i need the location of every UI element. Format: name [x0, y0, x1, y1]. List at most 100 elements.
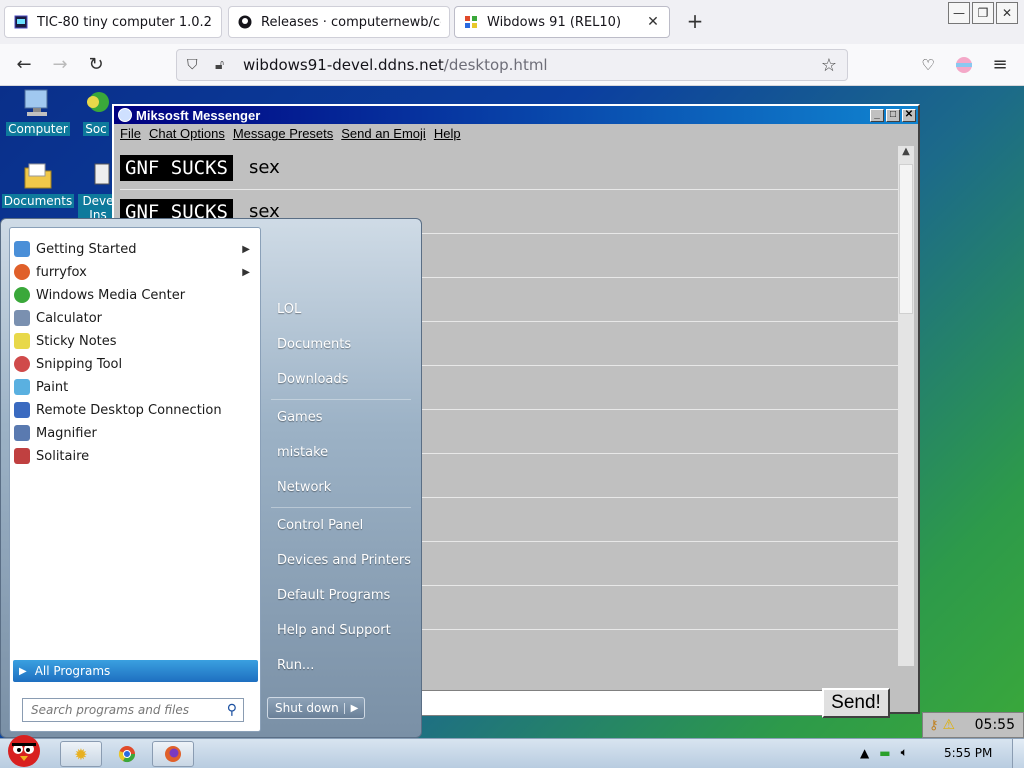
desktop-icon-soc[interactable]: Soc — [76, 88, 116, 136]
program-remote-desktop[interactable]: Remote Desktop Connection — [14, 399, 258, 421]
pocket-icon[interactable]: ♡ — [916, 54, 940, 76]
media-center-icon — [14, 287, 30, 303]
key-icon[interactable]: ⚷ — [929, 718, 939, 733]
paint-icon — [14, 379, 30, 395]
messenger-app-icon — [118, 108, 132, 122]
scroll-up-arrow-icon[interactable]: ▲ — [898, 146, 914, 162]
volume-icon[interactable]: 🔈︎ — [901, 745, 908, 760]
shutdown-button[interactable]: Shut down ▶ — [267, 697, 365, 719]
show-hidden-icons-arrow-icon[interactable]: ▲ — [860, 746, 869, 760]
menu-send-emoji[interactable]: Send an Emoji — [341, 126, 426, 141]
chrome-icon — [118, 746, 136, 763]
program-windows-media-center[interactable]: Windows Media Center — [14, 284, 258, 306]
start-item-documents[interactable]: Documents — [277, 337, 351, 352]
close-tab-icon[interactable]: ✕ — [645, 14, 661, 30]
shutdown-options-arrow-icon[interactable]: ▶ — [344, 702, 364, 714]
desktop-icon-label: Soc — [83, 122, 109, 136]
start-menu: Getting Started ▶ furryfox ▶ Windows Med… — [0, 218, 422, 738]
shutdown-label: Shut down — [275, 701, 339, 715]
menu-file[interactable]: File — [120, 126, 141, 141]
shield-icon[interactable]: ⛉ — [187, 57, 207, 73]
start-item-lol[interactable]: LOL — [277, 302, 301, 317]
program-furryfox[interactable]: furryfox ▶ — [14, 261, 258, 283]
message-input[interactable] — [414, 690, 824, 716]
taskbar-clock[interactable]: 5:55 PM — [944, 746, 992, 760]
calculator-icon — [14, 310, 30, 326]
start-item-games[interactable]: Games — [277, 410, 322, 425]
network-icon[interactable]: ▬ — [879, 746, 890, 760]
url-bar[interactable]: ⛉ 🔓︎ wibdows91-devel.ddns.net /desktop.h… — [176, 49, 848, 81]
send-button[interactable]: Send! — [822, 688, 890, 718]
program-label: Magnifier — [36, 425, 97, 441]
program-sticky-notes[interactable]: Sticky Notes — [14, 330, 258, 352]
program-magnifier[interactable]: Magnifier — [14, 422, 258, 444]
start-item-help-support[interactable]: Help and Support — [277, 623, 391, 638]
messenger-minimize-button[interactable]: _ — [870, 108, 884, 122]
desktop-icon-documents[interactable]: Documents — [0, 160, 76, 208]
show-desktop-button[interactable] — [1012, 739, 1024, 768]
start-orb-angry-bird-icon[interactable] — [2, 729, 46, 768]
tic80-icon — [13, 14, 29, 30]
forward-button[interactable]: → — [48, 54, 72, 76]
bookmark-star-icon[interactable]: ☆ — [821, 55, 837, 76]
menu-help[interactable]: Help — [434, 126, 461, 141]
taskbar-furryfox-button[interactable] — [152, 741, 194, 767]
minimize-button[interactable]: — — [948, 2, 970, 24]
scrollbar-thumb[interactable] — [899, 164, 913, 314]
warning-icon[interactable]: ⚠ — [943, 717, 956, 733]
start-search-input[interactable]: Search programs and files ⚲ — [22, 698, 244, 722]
start-item-default-programs[interactable]: Default Programs — [277, 588, 390, 603]
messenger-maximize-button[interactable]: □ — [886, 108, 900, 122]
tab-tic80[interactable]: TIC-80 tiny computer 1.0.216 — [4, 6, 222, 38]
program-getting-started[interactable]: Getting Started ▶ — [14, 238, 258, 260]
installer-icon — [81, 160, 115, 192]
program-snipping-tool[interactable]: Snipping Tool — [14, 353, 258, 375]
messenger-title: Miksosft Messenger — [136, 107, 261, 123]
all-programs-button[interactable]: ▶ All Programs — [13, 660, 258, 682]
program-label: Getting Started — [36, 241, 137, 257]
url-host: wibdows91-devel.ddns.net — [243, 56, 444, 74]
start-menu-programs-pane: Getting Started ▶ furryfox ▶ Windows Med… — [9, 227, 261, 732]
program-calculator[interactable]: Calculator — [14, 307, 258, 329]
menu-hamburger-icon[interactable]: ≡ — [988, 54, 1012, 76]
reload-button[interactable]: ↻ — [84, 54, 108, 76]
program-label: Snipping Tool — [36, 356, 123, 372]
start-item-devices-printers[interactable]: Devices and Printers — [277, 553, 411, 568]
all-programs-arrow-icon: ▶ — [19, 665, 27, 677]
desktop-icon-computer[interactable]: Computer — [0, 88, 76, 136]
account-icon[interactable] — [952, 54, 976, 76]
restore-button[interactable]: ❐ — [972, 2, 994, 24]
program-paint[interactable]: Paint — [14, 376, 258, 398]
start-separator — [271, 507, 411, 508]
tab-title: TIC-80 tiny computer 1.0.216 — [37, 14, 213, 30]
inner-tray: ⚷ ⚠ 05:55 — [922, 712, 1024, 738]
desktop-icon-label: Documents — [1, 194, 75, 208]
insecure-lock-icon[interactable]: 🔓︎ — [215, 57, 235, 73]
tab-wibdows[interactable]: Wibdows 91 (REL10) ✕ — [454, 6, 670, 38]
taskbar: ✹ ▲ ▬ 🔈︎ 5:55 PM — [0, 735, 1024, 768]
tab-github-releases[interactable]: Releases · computernewb/co — [228, 6, 450, 38]
back-button[interactable]: ← — [12, 54, 36, 76]
start-item-run[interactable]: Run... — [277, 658, 314, 673]
program-solitaire[interactable]: Solitaire — [14, 445, 258, 467]
start-item-network[interactable]: Network — [277, 480, 331, 495]
browser-tab-bar: TIC-80 tiny computer 1.0.216 Releases · … — [0, 0, 1024, 44]
menu-chat-options[interactable]: Chat Options — [149, 126, 225, 141]
start-item-mistake[interactable]: mistake — [277, 445, 328, 460]
search-icon[interactable]: ⚲ — [227, 702, 237, 718]
menu-message-presets[interactable]: Message Presets — [233, 126, 333, 141]
messenger-close-button[interactable]: ✕ — [902, 108, 916, 122]
messenger-menu-bar: File Chat Options Message Presets Send a… — [114, 124, 918, 142]
new-tab-button[interactable]: + — [684, 10, 706, 32]
desktop-icon-label: Computer — [6, 122, 70, 136]
messenger-title-bar[interactable]: Miksosft Messenger _ □ ✕ — [114, 106, 918, 124]
taskbar-explorer-button[interactable]: ✹ — [60, 741, 102, 767]
remote-desktop-icon — [14, 402, 30, 418]
url-path: /desktop.html — [443, 56, 548, 74]
message-scrollbar[interactable]: ▲ — [898, 146, 914, 666]
taskbar-chrome-button[interactable] — [106, 741, 148, 767]
close-window-button[interactable]: ✕ — [996, 2, 1018, 24]
start-item-control-panel[interactable]: Control Panel — [277, 518, 363, 533]
start-item-downloads[interactable]: Downloads — [277, 372, 348, 387]
start-separator — [271, 399, 411, 400]
